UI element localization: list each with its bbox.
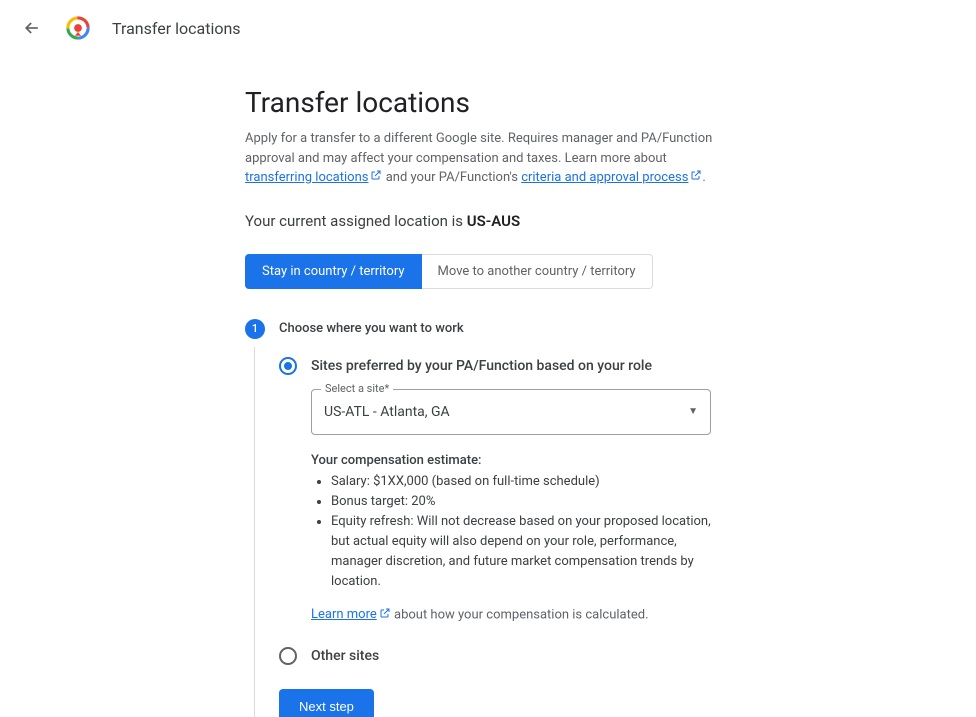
tab-stay-in-country[interactable]: Stay in country / territory bbox=[245, 254, 422, 289]
criteria-approval-link[interactable]: criteria and approval process bbox=[521, 170, 702, 185]
intro-text: Apply for a transfer to a different Goog… bbox=[245, 129, 715, 188]
tab-move-country[interactable]: Move to another country / territory bbox=[422, 254, 653, 289]
topbar-title: Transfer locations bbox=[112, 19, 241, 38]
compensation-estimate: Your compensation estimate: Salary: $1XX… bbox=[311, 453, 731, 593]
step-1-title: Choose where you want to work bbox=[279, 319, 464, 336]
step-1-badge: 1 bbox=[245, 319, 265, 339]
external-link-icon bbox=[690, 168, 702, 188]
site-select-label: Select a site* bbox=[321, 382, 393, 395]
radio-other-sites[interactable]: Other sites bbox=[279, 647, 865, 665]
comp-list: Salary: $1XX,000 (based on full-time sch… bbox=[311, 472, 731, 593]
site-select-wrap: Select a site* US-ATL - Atlanta, GA ▼ bbox=[311, 389, 711, 435]
site-select[interactable]: US-ATL - Atlanta, GA ▼ bbox=[311, 389, 711, 435]
transferring-locations-link[interactable]: transferring locations bbox=[245, 170, 382, 185]
topbar: Transfer locations bbox=[0, 0, 976, 56]
current-loc-prefix: Your current assigned location is bbox=[245, 212, 467, 230]
main-scroll[interactable]: Transfer locations Apply for a transfer … bbox=[80, 56, 946, 717]
radio-preferred-label: Sites preferred by your PA/Function base… bbox=[311, 358, 652, 374]
page-title: Transfer locations bbox=[245, 86, 865, 119]
tab-row: Stay in country / territory Move to anot… bbox=[245, 254, 865, 289]
site-select-value: US-ATL - Atlanta, GA bbox=[324, 404, 450, 420]
external-link-icon bbox=[370, 168, 382, 188]
step-1-header: 1 Choose where you want to work bbox=[245, 319, 865, 339]
stepper: 1 Choose where you want to work Sites pr… bbox=[245, 319, 865, 717]
radio-preferred-sites[interactable]: Sites preferred by your PA/Function base… bbox=[279, 357, 865, 375]
learn-more-line: Learn more about how your compensation i… bbox=[311, 607, 865, 623]
step-1-body: Sites preferred by your PA/Function base… bbox=[279, 357, 865, 717]
app-logo-icon bbox=[64, 14, 92, 42]
comp-title: Your compensation estimate: bbox=[311, 453, 731, 468]
comp-bonus: Bonus target: 20% bbox=[331, 492, 731, 512]
next-step-button[interactable]: Next step bbox=[279, 689, 374, 717]
learn-more-link[interactable]: Learn more bbox=[311, 607, 391, 622]
intro-prefix: Apply for a transfer to a different Goog… bbox=[245, 131, 712, 166]
comp-salary: Salary: $1XX,000 (based on full-time sch… bbox=[331, 472, 731, 492]
external-link-icon bbox=[379, 607, 391, 623]
comp-equity: Equity refresh: Will not decrease based … bbox=[331, 512, 731, 593]
intro-suffix: . bbox=[702, 170, 705, 185]
content: Transfer locations Apply for a transfer … bbox=[245, 86, 865, 717]
learn-more-suffix: about how your compensation is calculate… bbox=[391, 607, 649, 622]
chevron-down-icon: ▼ bbox=[688, 406, 698, 417]
intro-mid: and your PA/Function's bbox=[382, 170, 521, 185]
radio-icon bbox=[279, 647, 297, 665]
current-location: Your current assigned location is US-AUS bbox=[245, 212, 865, 230]
radio-icon bbox=[279, 357, 297, 375]
back-arrow-icon[interactable] bbox=[20, 16, 44, 40]
radio-other-label: Other sites bbox=[311, 648, 379, 664]
stepper-line bbox=[254, 347, 255, 717]
current-loc-value: US-AUS bbox=[467, 212, 520, 230]
